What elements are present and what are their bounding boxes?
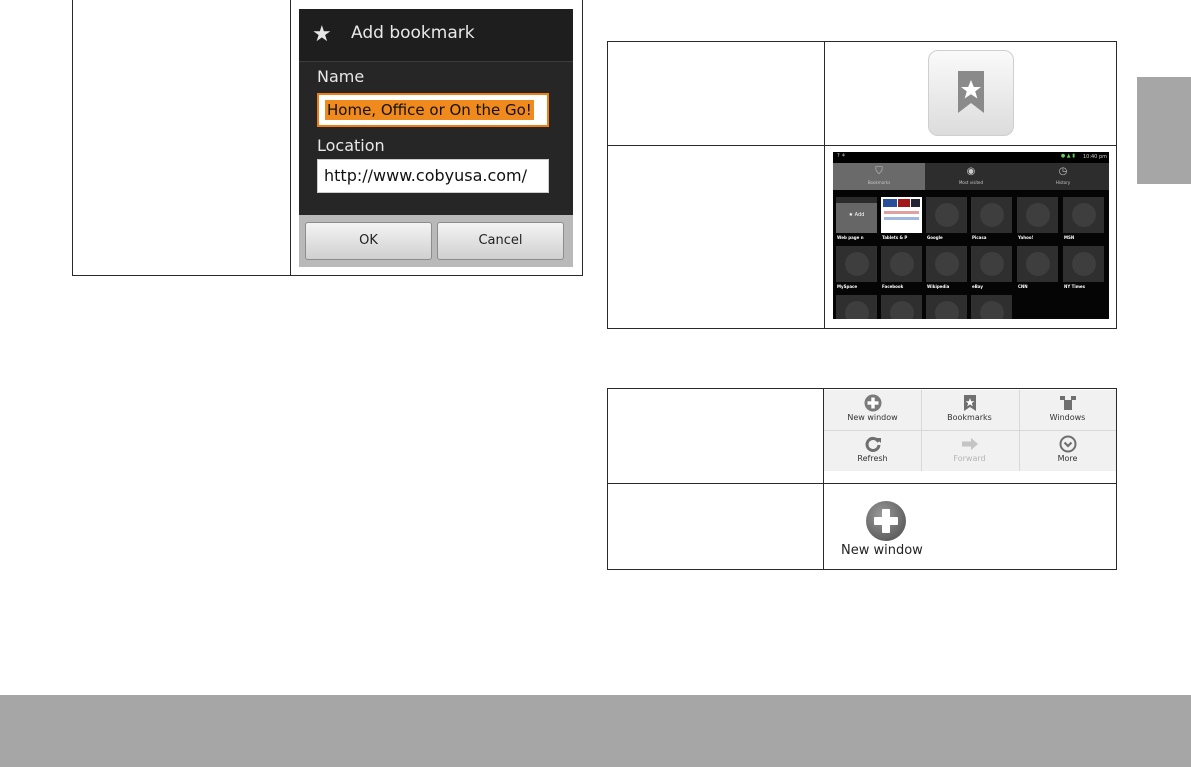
menu-item-label: Windows — [1049, 413, 1086, 422]
bookmark-icon — [963, 395, 976, 411]
bookmarks-table-divider — [824, 42, 825, 328]
plus-circle-icon — [864, 394, 881, 412]
menu-item-refresh[interactable]: Refresh — [824, 431, 921, 471]
bookmark-tile[interactable] — [1017, 197, 1058, 233]
tile-label: Wikipedia — [927, 284, 950, 289]
new-window-icon[interactable] — [865, 500, 907, 542]
tile-label: Yahoo! — [1018, 235, 1034, 240]
bookmark-tile[interactable] — [836, 295, 877, 319]
bookmark-tile[interactable] — [926, 246, 967, 282]
bookmark-tile[interactable] — [1063, 246, 1104, 282]
bookmark-thumbnail[interactable] — [881, 197, 922, 233]
browser-tab-bar: ⛉ Bookmarks ◉ Most visited ◷ History — [833, 163, 1109, 190]
left-table-divider — [290, 0, 291, 275]
add-tile-label: ★ Add — [848, 212, 865, 218]
browser-bookmarks-screenshot: ? ⚘ ● ▲ ▮ 10:40 pm ⛉ Bookmarks ◉ Most visi… — [833, 152, 1109, 319]
menu-item-forward[interactable]: Forward — [921, 431, 1018, 471]
dialog-button-bar: OK Cancel — [299, 215, 573, 267]
bookmark-tile[interactable] — [926, 295, 967, 319]
side-section-tab — [1137, 77, 1191, 184]
footer-bar — [0, 695, 1191, 767]
bookmark-tile[interactable] — [971, 295, 1012, 319]
menu-table-row-divider — [608, 483, 1116, 484]
menu-item-new-window[interactable]: New window — [824, 390, 921, 430]
menu-item-label: Refresh — [857, 454, 888, 463]
star-icon: ★ — [312, 22, 332, 47]
tile-label: eBay — [972, 284, 983, 289]
clock-icon: ◷ — [1058, 166, 1068, 177]
status-time: 10:40 pm — [1082, 154, 1107, 160]
name-label: Name — [317, 67, 365, 86]
tab-bookmarks-label: Bookmarks — [867, 180, 891, 185]
bookmark-tile[interactable] — [971, 246, 1012, 282]
bookmark-icon — [958, 71, 984, 113]
bookmark-tile[interactable] — [881, 295, 922, 319]
dialog-title: Add bookmark — [351, 23, 475, 43]
windows-icon — [1059, 396, 1076, 410]
menu-item-label: Bookmarks — [947, 413, 992, 422]
tab-most-visited[interactable]: ◉ Most visited — [925, 163, 1017, 190]
options-menu-screenshot: New window Bookmarks Windows Refresh For… — [824, 390, 1116, 471]
ok-button[interactable]: OK — [305, 222, 432, 260]
menu-item-bookmarks[interactable]: Bookmarks — [921, 390, 1018, 430]
location-field[interactable]: http://www.cobyusa.com/ — [317, 159, 549, 193]
tile-label: CNN — [1018, 284, 1028, 289]
name-field-value: Home, Office or On the Go! — [325, 100, 534, 120]
tab-history[interactable]: ◷ History — [1017, 163, 1109, 190]
bookmark-tile[interactable] — [1017, 246, 1058, 282]
bookmark-tile[interactable] — [836, 246, 877, 282]
add-bookmark-dialog: ★ Add bookmark Name Home, Office or On t… — [299, 9, 573, 267]
tile-label: Google — [927, 235, 943, 240]
tile-label: Picasa — [972, 235, 987, 240]
bookmark-tile[interactable] — [926, 197, 967, 233]
status-bar: ? ⚘ ● ▲ ▮ 10:40 pm — [833, 152, 1109, 163]
menu-item-windows[interactable]: Windows — [1019, 390, 1116, 430]
bookmark-tile[interactable] — [1063, 197, 1104, 233]
cancel-button[interactable]: Cancel — [437, 222, 564, 260]
notification-icon: ? ⚘ — [837, 153, 846, 159]
location-label: Location — [317, 136, 385, 155]
menu-item-label: More — [1057, 454, 1078, 463]
menu-item-label: New window — [847, 413, 898, 422]
bookmarks-table-row-divider — [608, 145, 1116, 146]
tab-most-visited-label: Most visited — [958, 180, 984, 185]
battery-icon: ● ▲ ▮ — [1060, 153, 1075, 159]
tab-bookmarks[interactable]: ⛉ Bookmarks — [833, 163, 925, 190]
menu-item-label: Forward — [953, 454, 986, 463]
chevron-down-circle-icon — [1059, 435, 1076, 453]
eye-icon: ◉ — [966, 166, 976, 177]
tile-label: NY Times — [1064, 284, 1085, 289]
dialog-header: ★ Add bookmark — [299, 9, 573, 62]
bookmark-button[interactable] — [928, 50, 1014, 136]
add-bookmark-tile[interactable]: ★ Add — [836, 197, 877, 233]
tab-history-label: History — [1055, 180, 1071, 185]
tile-label: Web page n — [837, 235, 864, 240]
forward-arrow-icon — [961, 438, 978, 450]
refresh-icon — [865, 437, 881, 452]
bookmark-tile[interactable] — [881, 246, 922, 282]
new-window-label: New window — [841, 543, 923, 558]
bookmark-tile[interactable] — [971, 197, 1012, 233]
tile-label: MySpace — [837, 284, 858, 289]
tile-label: Facebook — [882, 284, 904, 289]
location-field-value: http://www.cobyusa.com/ — [324, 166, 528, 185]
tile-label: MSN — [1064, 235, 1075, 240]
name-field[interactable]: Home, Office or On the Go! — [317, 93, 549, 127]
menu-item-more[interactable]: More — [1019, 431, 1116, 471]
tile-label: Tablets & P — [882, 235, 908, 240]
bookmark-tab-icon: ⛉ — [875, 166, 883, 177]
